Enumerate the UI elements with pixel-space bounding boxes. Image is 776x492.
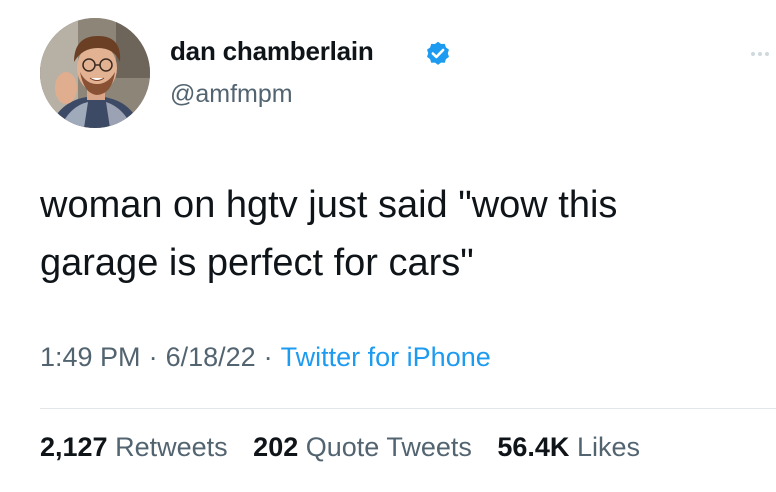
more-options-icon[interactable]: [748, 48, 772, 60]
retweets-count: 2,127: [40, 432, 108, 462]
retweets-label: Retweets: [115, 432, 228, 462]
tweet-meta: 1:49 PM · 6/18/22 · Twitter for iPhone: [40, 342, 491, 373]
quote-tweets-label: Quote Tweets: [305, 432, 472, 462]
quote-tweets-stat[interactable]: 202 Quote Tweets: [253, 432, 472, 462]
tweet-stats: 2,127 Retweets 202 Quote Tweets 56.4K Li…: [40, 432, 658, 463]
avatar[interactable]: [40, 18, 150, 128]
author-handle[interactable]: @amfmpm: [170, 80, 293, 109]
tweet-text-line-2: garage is perfect for cars": [40, 242, 474, 284]
tweet-card: dan chamberlain @amfmpm woman on hgtv ju…: [0, 0, 776, 492]
divider: [40, 408, 776, 409]
avatar-photo: [40, 18, 150, 128]
likes-count: 56.4K: [497, 432, 570, 462]
verified-badge-icon: [427, 41, 449, 65]
tweet-date[interactable]: 6/18/22: [166, 342, 256, 372]
tweet-source-link[interactable]: Twitter for iPhone: [281, 342, 491, 372]
likes-label: Likes: [576, 432, 640, 462]
likes-stat[interactable]: 56.4K Likes: [497, 432, 640, 462]
author-display-name[interactable]: dan chamberlain: [170, 36, 374, 67]
quote-tweets-count: 202: [253, 432, 299, 462]
tweet-time[interactable]: 1:49 PM: [40, 342, 141, 372]
tweet-text-line-1: woman on hgtv just said "wow this: [40, 184, 618, 226]
tweet-text: woman on hgtv just said "wow this garage …: [40, 176, 760, 292]
retweets-stat[interactable]: 2,127 Retweets: [40, 432, 228, 462]
meta-separator: ·: [148, 342, 158, 372]
meta-separator: ·: [263, 342, 273, 372]
